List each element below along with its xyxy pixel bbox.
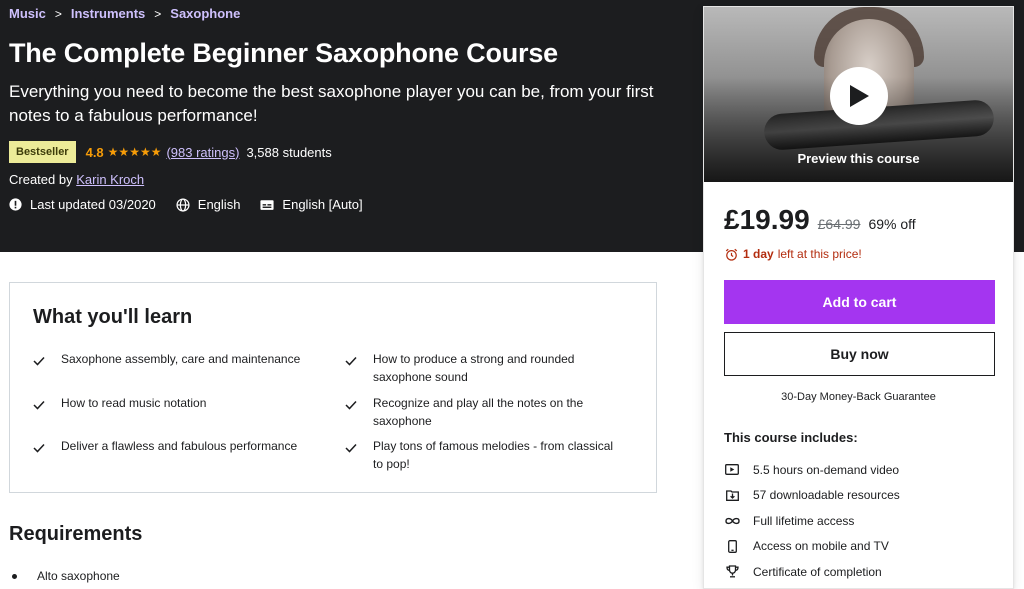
check-icon: [345, 437, 359, 473]
rating-row: Bestseller 4.8 ★★★★★ (983 ratings) 3,588…: [9, 141, 332, 163]
check-icon: [33, 350, 47, 371]
price-row: £19.99 £64.99 69% off: [724, 204, 916, 236]
requirements-title: Requirements: [9, 523, 143, 545]
preview-label: Preview this course: [797, 151, 920, 166]
captions: English [Auto]: [260, 197, 363, 212]
check-icon: [345, 350, 359, 386]
breadcrumb: Music > Instruments > Saxophone: [9, 6, 240, 21]
play-icon: [850, 85, 869, 107]
last-updated: Last updated 03/2020: [9, 197, 156, 212]
add-to-cart-button[interactable]: Add to cart: [724, 280, 995, 324]
trophy-icon: [724, 565, 740, 578]
infinity-icon: [724, 517, 740, 525]
rating-value: 4.8: [85, 144, 104, 160]
alert-icon: [9, 198, 22, 211]
learn-item: How to produce a strong and rounded saxo…: [345, 350, 623, 386]
created-by-label: Created by: [9, 172, 73, 187]
mobile-icon: [724, 539, 740, 553]
purchase-sidebar: Preview this course £19.99 £64.99 69% of…: [703, 6, 1014, 589]
price-timer: 1 day left at this price!: [725, 247, 862, 261]
students-count: 3,588 students: [246, 144, 332, 160]
buy-now-button[interactable]: Buy now: [724, 332, 995, 376]
learn-item: Saxophone assembly, care and maintenance: [33, 350, 311, 371]
star-rating-icon: ★★★★★: [107, 145, 162, 159]
language: English: [176, 197, 241, 212]
discount-percent: 69% off: [868, 216, 916, 232]
include-item: Full lifetime access: [724, 508, 900, 534]
include-item: 57 downloadable resources: [724, 483, 900, 509]
breadcrumb-music[interactable]: Music: [9, 6, 46, 21]
download-icon: [724, 489, 740, 502]
chevron-right-icon: >: [154, 6, 162, 21]
current-price: £19.99: [724, 204, 810, 235]
created-by: Created by Karin Kroch: [9, 172, 144, 187]
course-title: The Complete Beginner Saxophone Course: [9, 38, 558, 68]
globe-icon: [176, 197, 190, 212]
course-meta: Last updated 03/2020 English English [Au…: [9, 197, 383, 212]
learn-item: Recognize and play all the notes on the …: [345, 394, 623, 430]
breadcrumb-saxophone[interactable]: Saxophone: [170, 6, 240, 21]
money-back-guarantee: 30-Day Money-Back Guarantee: [781, 391, 936, 403]
includes-list: 5.5 hours on-demand video 57 downloadabl…: [724, 457, 900, 585]
chevron-right-icon: >: [54, 6, 62, 21]
check-icon: [33, 394, 47, 415]
breadcrumb-instruments[interactable]: Instruments: [71, 6, 145, 21]
include-item: 5.5 hours on-demand video: [724, 457, 900, 483]
language-text: English: [197, 197, 241, 212]
what-youll-learn: What you'll learn Saxophone assembly, ca…: [9, 282, 657, 493]
include-item: Certificate of completion: [724, 559, 900, 585]
requirement-item: Alto saxophone: [12, 569, 120, 583]
original-price: £64.99: [817, 216, 861, 232]
timer-text: left at this price!: [777, 247, 862, 261]
timer-bold: 1 day: [743, 247, 774, 261]
ratings-count-link[interactable]: (983 ratings): [166, 145, 239, 160]
course-subtitle: Everything you need to become the best s…: [9, 82, 654, 125]
learn-title: What you'll learn: [33, 306, 193, 328]
learn-item: How to read music notation: [33, 394, 311, 415]
check-icon: [345, 394, 359, 430]
learn-item: Deliver a flawless and fabulous performa…: [33, 437, 311, 458]
alarm-clock-icon: [725, 248, 738, 261]
check-icon: [33, 437, 47, 458]
last-updated-text: Last updated 03/2020: [30, 197, 156, 212]
course-preview[interactable]: Preview this course: [704, 7, 1013, 182]
play-button[interactable]: [830, 67, 888, 125]
include-item: Access on mobile and TV: [724, 534, 900, 560]
captions-text: English [Auto]: [282, 197, 363, 212]
bestseller-badge: Bestseller: [9, 141, 76, 163]
bullet-icon: [12, 573, 17, 579]
learn-item: Play tons of famous melodies - from clas…: [345, 437, 623, 473]
captions-icon: [260, 199, 274, 210]
includes-title: This course includes:: [724, 430, 858, 445]
video-icon: [724, 464, 740, 476]
author-link[interactable]: Karin Kroch: [76, 172, 144, 187]
